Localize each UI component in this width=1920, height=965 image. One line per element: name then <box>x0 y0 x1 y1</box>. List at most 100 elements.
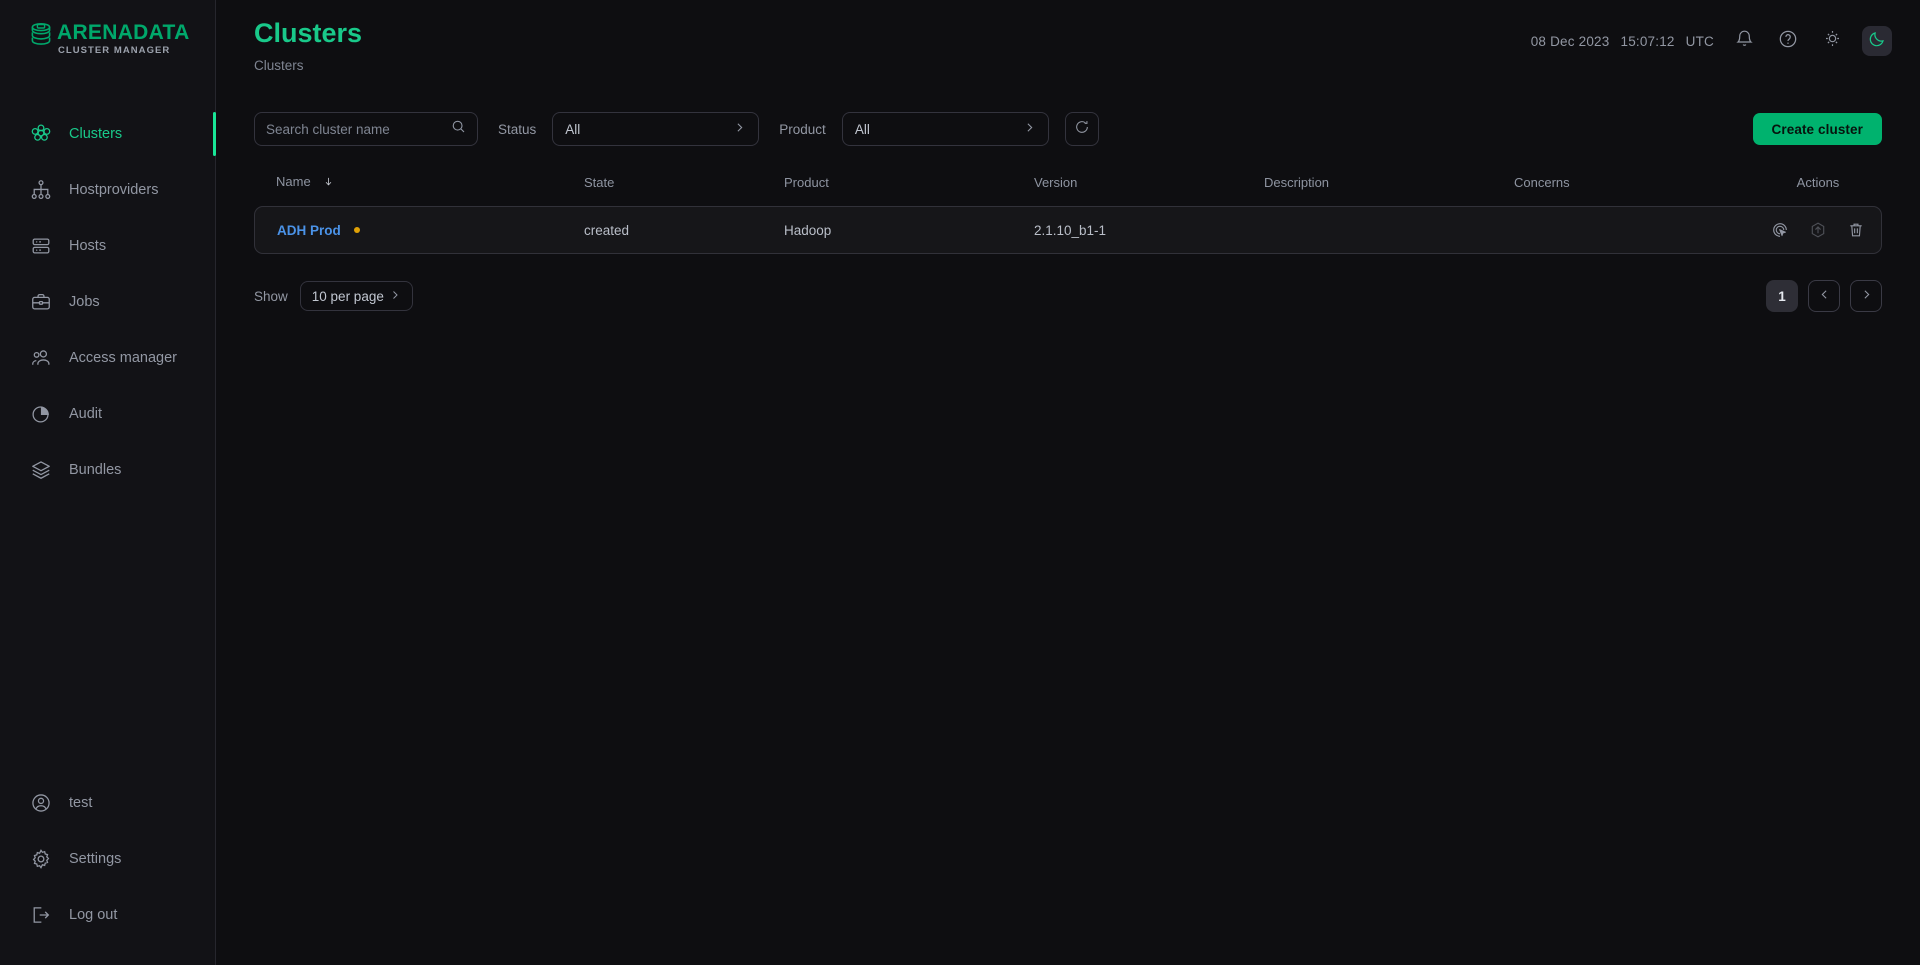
sidebar-nav-bottom: test Settings Log out <box>0 775 215 943</box>
current-date: 08 Dec 2023 <box>1530 33 1610 49</box>
status-badge <box>353 226 360 233</box>
search-input[interactable] <box>266 121 451 137</box>
cell-actions <box>1754 206 1882 254</box>
hosts-icon <box>30 235 52 257</box>
sidebar-item-bundles[interactable]: Bundles <box>0 442 215 498</box>
sort-descending-icon <box>323 175 334 191</box>
moon-icon <box>1868 30 1886 53</box>
timezone: UTC <box>1685 33 1714 49</box>
sidebar-item-label-user: test <box>69 795 93 811</box>
sidebar-item-clusters[interactable]: Clusters <box>0 106 216 162</box>
sidebar-item-user[interactable]: test <box>0 775 215 831</box>
sidebar-item-access-manager[interactable]: Access manager <box>0 330 215 386</box>
chevron-right-icon <box>389 289 401 304</box>
current-time: 15:07:12 <box>1620 33 1675 49</box>
jobs-icon <box>30 291 52 313</box>
cell-product: Hadoop <box>784 206 1034 254</box>
question-mark-icon <box>1778 29 1798 54</box>
sidebar-item-label-hostproviders: Hostproviders <box>69 182 159 198</box>
sidebar-nav-main: Clusters Hostproviders Hosts Jobs Access… <box>0 106 216 498</box>
bell-icon <box>1735 29 1754 53</box>
sidebar-item-label-logout: Log out <box>69 907 118 923</box>
product-filter-select[interactable]: All <box>841 112 1049 146</box>
topbar: Clusters Clusters 08 Dec 2023 15:07:12 U… <box>216 0 1920 86</box>
column-header-state[interactable]: State <box>584 174 784 206</box>
sidebar-item-hosts[interactable]: Hosts <box>0 218 215 274</box>
sidebar-item-label-bundles: Bundles <box>69 462 122 478</box>
previous-page-button[interactable] <box>1808 280 1840 312</box>
page-heading: Clusters Clusters <box>254 18 362 73</box>
sidebar-item-logout[interactable]: Log out <box>0 887 215 943</box>
table-row[interactable]: ADH Prod created Hadoop 2.1.10_b1-1 <box>254 206 1882 254</box>
status-filter-value: All <box>565 121 581 137</box>
upgrade-icon[interactable] <box>1809 221 1827 239</box>
arenadata-logo-icon <box>28 22 54 53</box>
next-page-button[interactable] <box>1850 280 1882 312</box>
user-icon <box>30 792 52 814</box>
main-area: Clusters Clusters 08 Dec 2023 15:07:12 U… <box>216 0 1920 965</box>
chevron-right-icon <box>1023 121 1036 137</box>
access-manager-icon <box>30 347 52 369</box>
column-header-actions: Actions <box>1796 175 1840 190</box>
help-button[interactable] <box>1774 27 1802 55</box>
topbar-right: 08 Dec 2023 15:07:12 UTC <box>1531 18 1892 56</box>
datetime-display: 08 Dec 2023 15:07:12 UTC <box>1531 34 1714 49</box>
page-button-1[interactable]: 1 <box>1766 280 1798 312</box>
delete-icon[interactable] <box>1847 221 1865 239</box>
reset-filters-button[interactable] <box>1064 112 1099 146</box>
clusters-icon <box>30 123 52 145</box>
app-root: ARENADATA CLUSTER MANAGER Clusters Hostp… <box>0 0 1920 965</box>
sidebar-item-hostproviders[interactable]: Hostproviders <box>0 162 215 218</box>
search-icon <box>451 119 466 139</box>
content-area: Status All Product All <box>216 86 1920 312</box>
sidebar-item-label-jobs: Jobs <box>69 294 100 310</box>
per-page-select[interactable]: 10 per page <box>299 281 413 311</box>
page-title: Clusters <box>254 18 363 48</box>
cluster-name-link[interactable]: ADH Prod <box>277 223 341 238</box>
search-cluster-box[interactable] <box>254 112 478 146</box>
sidebar: ARENADATA CLUSTER MANAGER Clusters Hostp… <box>0 0 216 965</box>
hostproviders-icon <box>30 179 52 201</box>
status-filter-select[interactable]: All <box>552 112 760 146</box>
column-header-version[interactable]: Version <box>1034 174 1264 206</box>
dynamic-actions-icon[interactable] <box>1771 221 1789 239</box>
column-header-concerns[interactable]: Concerns <box>1514 174 1754 206</box>
refresh-icon <box>1074 119 1090 140</box>
sidebar-item-audit[interactable]: Audit <box>0 386 215 442</box>
sidebar-item-label-access-manager: Access manager <box>69 350 177 366</box>
brand-name: ARENADATA <box>57 21 190 45</box>
table-head: Name State Product Version Description C… <box>254 174 1882 206</box>
status-filter-label: Status <box>498 121 537 137</box>
sidebar-item-jobs[interactable]: Jobs <box>0 274 215 330</box>
show-label: Show <box>254 288 288 304</box>
breadcrumb: Clusters <box>254 58 304 74</box>
cell-description <box>1264 206 1514 254</box>
sidebar-item-label-settings: Settings <box>69 851 122 867</box>
light-theme-button[interactable] <box>1818 27 1846 55</box>
chevron-left-icon <box>1818 288 1831 304</box>
clusters-table: Name State Product Version Description C… <box>254 174 1882 254</box>
column-header-description[interactable]: Description <box>1264 174 1514 206</box>
product-filter-value: All <box>854 121 870 137</box>
notifications-button[interactable] <box>1730 27 1758 55</box>
filter-bar: Status All Product All <box>254 106 1882 152</box>
create-cluster-button[interactable]: Create cluster <box>1752 113 1882 145</box>
bundles-icon <box>30 459 52 481</box>
cell-version: 2.1.10_b1-1 <box>1034 206 1264 254</box>
sidebar-item-label-audit: Audit <box>69 406 103 422</box>
dark-theme-button[interactable] <box>1862 26 1892 56</box>
sidebar-item-settings[interactable]: Settings <box>0 831 215 887</box>
column-header-name[interactable]: Name <box>254 174 584 206</box>
gear-icon <box>30 848 52 870</box>
column-header-product[interactable]: Product <box>784 174 1034 206</box>
sidebar-item-label-hosts: Hosts <box>69 238 107 254</box>
audit-icon <box>30 403 52 425</box>
pager: 1 <box>1766 280 1882 312</box>
cell-name: ADH Prod <box>254 206 584 254</box>
cell-concerns <box>1514 206 1754 254</box>
pagination-bar: Show 10 per page 1 <box>254 280 1882 312</box>
brand-subtitle: CLUSTER MANAGER <box>58 45 171 57</box>
app-logo[interactable]: ARENADATA CLUSTER MANAGER <box>0 0 215 78</box>
sidebar-item-label-clusters: Clusters <box>69 126 123 142</box>
product-filter-label: Product <box>779 121 826 137</box>
